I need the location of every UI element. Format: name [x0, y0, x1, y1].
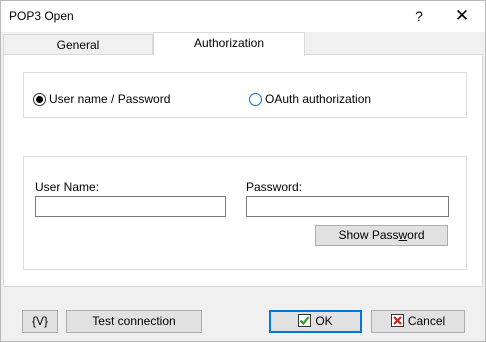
username-field[interactable]: [35, 196, 226, 217]
password-label: Password:: [246, 180, 303, 194]
variables-button[interactable]: {V}: [22, 310, 58, 333]
credentials-group: User Name: Password: Show Password: [23, 156, 467, 270]
authorization-panel: User name / Password OAuth authorization…: [3, 54, 483, 287]
pop3-open-dialog: POP3 Open ? ✕ General Authorization User…: [0, 0, 486, 342]
radio-oauth-label: OAuth authorization: [265, 92, 372, 106]
ok-button[interactable]: OK: [269, 310, 362, 333]
tab-authorization[interactable]: Authorization: [153, 32, 305, 56]
window-title: POP3 Open: [9, 9, 74, 23]
show-password-label-start: Show Pass: [338, 228, 399, 242]
variables-button-label: {V}: [31, 314, 49, 328]
tab-general[interactable]: General: [3, 34, 153, 55]
show-password-label-mnemonic: w: [398, 228, 408, 242]
test-connection-button[interactable]: Test connection: [66, 310, 202, 333]
title-bar: POP3 Open ? ✕: [1, 1, 485, 32]
cancel-button-label: Cancel: [407, 314, 446, 328]
green-check-icon: [298, 314, 312, 327]
ok-button-label: OK: [315, 314, 333, 328]
radio-username-password-label: User name / Password: [49, 92, 171, 106]
username-label: User Name:: [35, 180, 100, 194]
close-button[interactable]: ✕: [443, 1, 481, 32]
show-password-label-end: ord: [407, 228, 425, 242]
auth-mode-group: User name / Password OAuth authorization: [23, 72, 467, 118]
password-field[interactable]: [246, 196, 449, 217]
radio-username-password[interactable]: User name / Password: [33, 92, 170, 106]
test-connection-label: Test connection: [92, 314, 176, 328]
radio-selected-icon[interactable]: [33, 92, 46, 106]
cancel-button[interactable]: Cancel: [371, 310, 465, 333]
red-x-icon: [390, 314, 404, 327]
radio-oauth[interactable]: OAuth authorization: [249, 92, 371, 106]
radio-unselected-icon[interactable]: [249, 92, 262, 106]
help-button[interactable]: ?: [403, 1, 435, 32]
show-password-button[interactable]: Show Password: [315, 225, 448, 246]
